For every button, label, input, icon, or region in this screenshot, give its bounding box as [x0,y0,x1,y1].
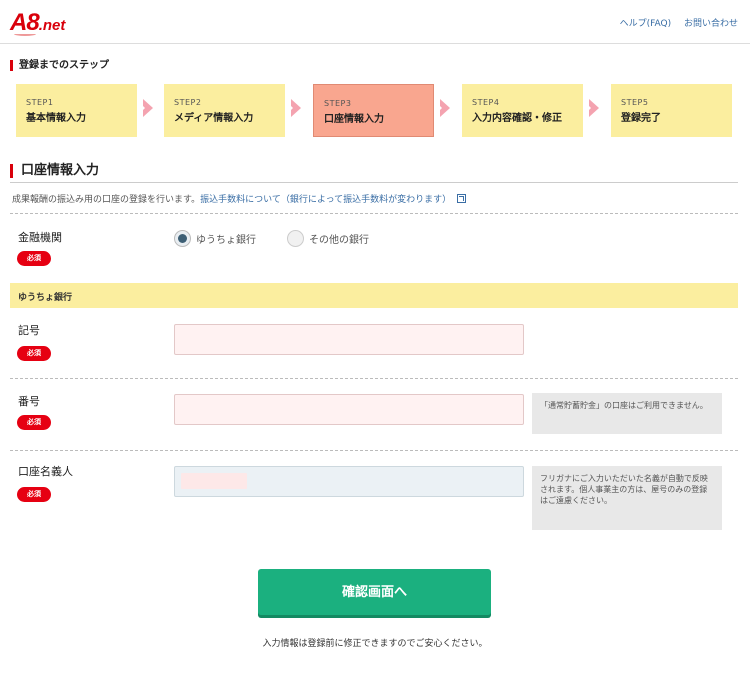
step-name: メディア情報入力 [174,113,254,124]
holder-autofill-value [181,473,247,489]
radio-yucho-label: ゆうちょ銀行 [196,235,256,246]
step-number: STEP5 [621,98,649,107]
form-title: 口座情報入力 [10,164,99,178]
required-badge: 必須 [17,415,51,430]
help-faq-link[interactable]: ヘルプ(FAQ) [620,19,671,29]
bangou-input[interactable] [174,394,524,425]
kigou-label: 記号 [18,324,40,337]
logo-swoosh-icon [14,32,36,36]
step-name: 登録完了 [621,113,661,124]
radio-unselected-icon[interactable] [287,230,304,247]
contact-link[interactable]: お問い合わせ [684,19,738,29]
bank-label: 金融機関 [18,231,62,244]
intro-description: 成果報酬の振込み用の口座の登録を行います。 [12,195,201,205]
step-number: STEP2 [174,98,202,107]
holder-label: 口座名義人 [18,465,73,478]
confirm-button[interactable]: 確認画面へ [258,569,491,615]
kigou-input[interactable] [174,324,524,355]
transfer-fee-link[interactable]: 振込手数料について（銀行によって振込手数料が変わります） [200,195,451,205]
step-number: STEP1 [26,98,54,107]
radio-selected-icon[interactable] [174,230,191,247]
radio-yucho[interactable]: ゆうちょ銀行 [174,230,256,247]
footnote: 入力情報は登録前に修正できますのでご安心ください。 [262,639,488,649]
external-link-icon[interactable] [457,194,467,203]
step-arrow-icon [139,99,153,117]
required-badge: 必須 [17,251,51,266]
step-1: STEP1 基本情報入力 [16,84,137,137]
step-4: STEP4 入力内容確認・修正 [462,84,583,137]
steps-heading: 登録までのステップ [10,60,109,71]
step-name: 入力内容確認・修正 [472,113,562,124]
step-name: 基本情報入力 [26,113,86,124]
holder-note: フリガナにご入力いただいた名義が自動で反映されます。個人事業主の方は、屋号のみの… [532,466,722,530]
divider [10,213,738,214]
step-arrow-icon [585,99,599,117]
logo-suffix-text: .net [38,17,66,34]
radio-other-label: その他の銀行 [309,235,369,246]
step-number: STEP4 [472,98,500,107]
step-2: STEP2 メディア情報入力 [164,84,285,137]
yucho-section-band: ゆうちょ銀行 [10,283,738,308]
bangou-label: 番号 [18,395,40,408]
step-name: 口座情報入力 [324,114,384,125]
step-5: STEP5 登録完了 [611,84,732,137]
radio-other-bank[interactable]: その他の銀行 [287,230,369,247]
site-header: A8.net ヘルプ(FAQ) お問い合わせ [0,0,750,44]
divider [10,378,738,379]
required-badge: 必須 [17,487,51,502]
required-badge: 必須 [17,346,51,361]
step-3-active: STEP3 口座情報入力 [313,84,434,137]
holder-input[interactable] [174,466,524,497]
step-arrow-icon [436,99,450,117]
divider [10,450,738,451]
step-number: STEP3 [324,99,352,108]
title-divider [10,182,738,183]
step-arrow-icon [287,99,301,117]
intro-text: 成果報酬の振込み用の口座の登録を行います。振込手数料について（銀行によって振込手… [12,192,467,205]
bangou-note: 「通常貯蓄貯金」の口座はご利用できません。 [532,393,722,434]
header-links: ヘルプ(FAQ) お問い合わせ [610,16,738,29]
